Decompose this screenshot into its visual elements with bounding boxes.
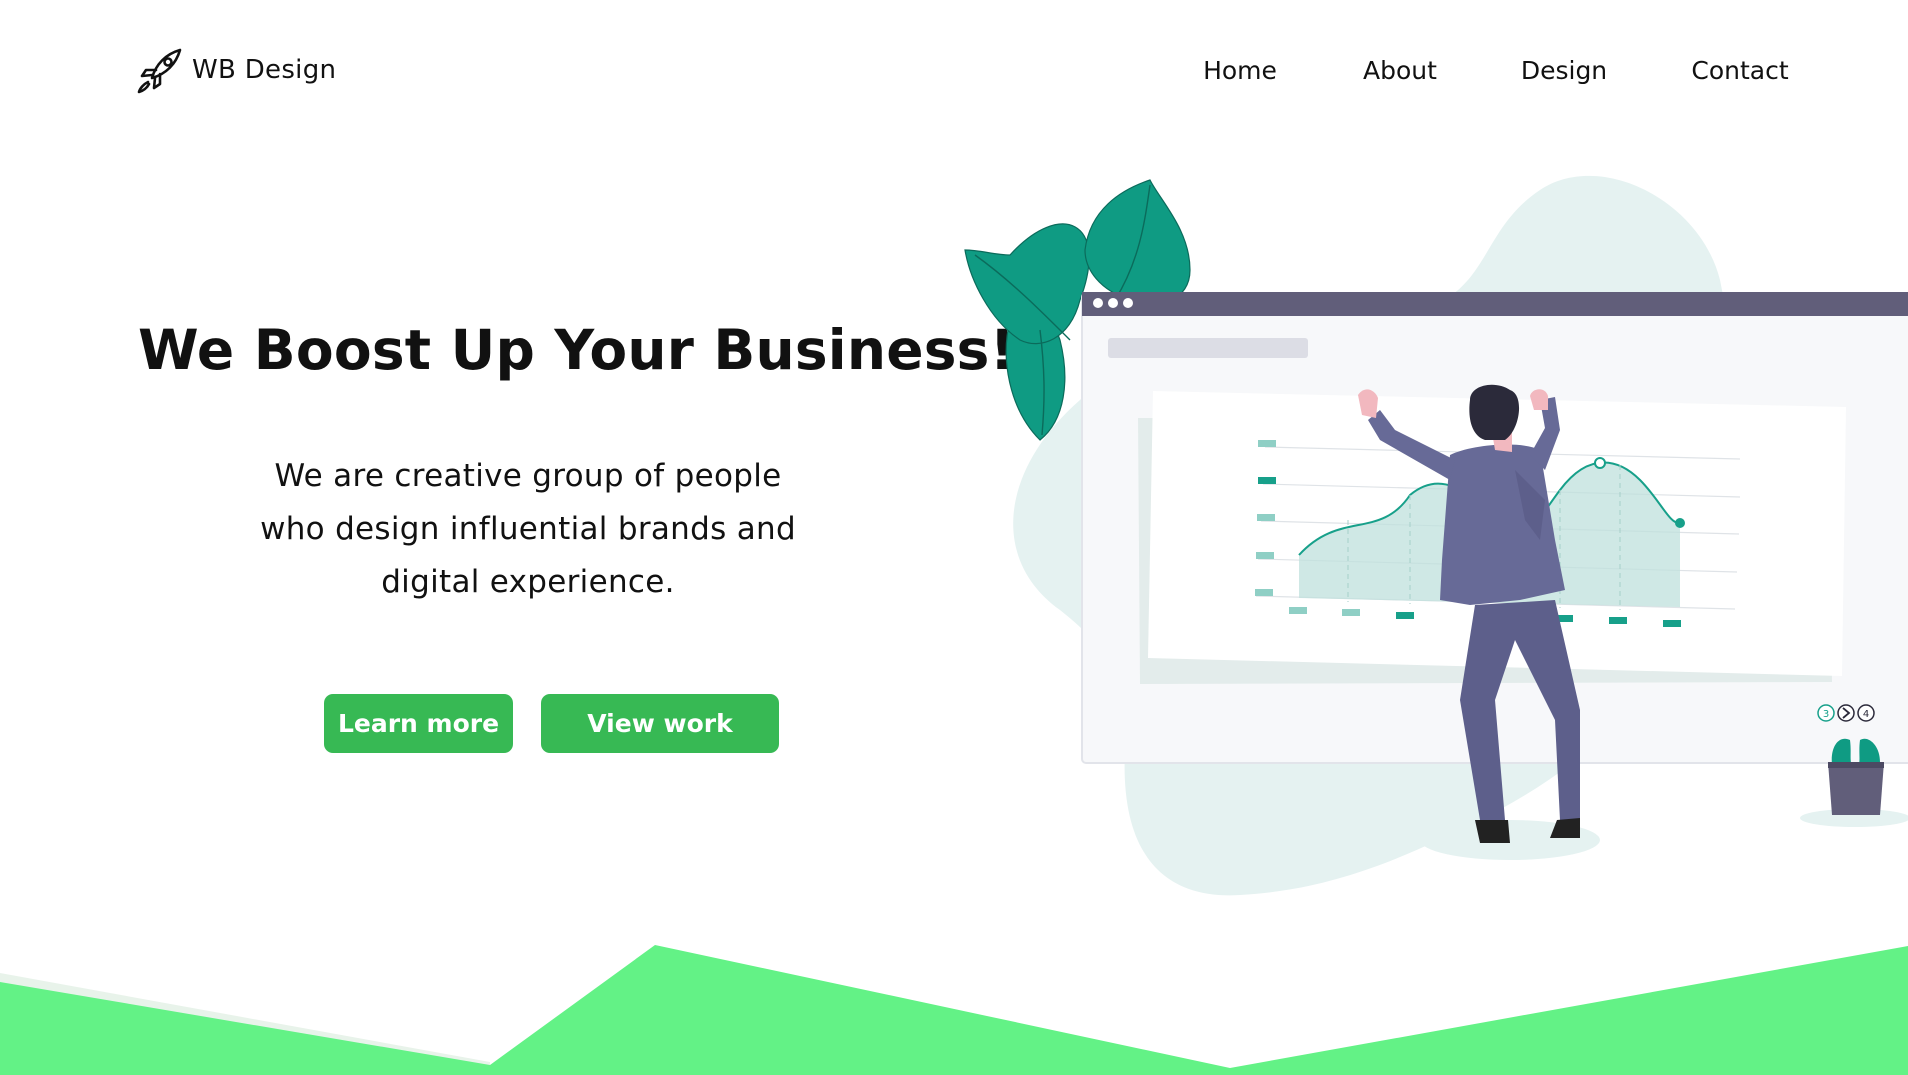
hero-description: We are creative group of people who desi…: [228, 450, 828, 609]
chevron-right-icon: [1837, 704, 1855, 722]
chart-area: [1299, 462, 1680, 607]
nav-link-home[interactable]: Home: [1203, 56, 1277, 85]
learn-more-button[interactable]: Learn more: [324, 694, 513, 753]
browser-titlebar: [1082, 292, 1908, 316]
page-3-label: 3: [1823, 709, 1829, 720]
window-dot: [1123, 298, 1133, 308]
pot-shadow: [1800, 809, 1908, 827]
main-nav: Home About Design Contact: [1150, 56, 1790, 96]
hero-description-line: We are creative group of people: [274, 458, 782, 494]
window-dot: [1093, 298, 1103, 308]
chart-line: [1298, 461, 1681, 556]
view-work-button[interactable]: View work: [541, 694, 779, 753]
chart-x-ticks: [1289, 607, 1681, 627]
background-blob: [1013, 175, 1740, 896]
chart-dashed-lines: [1347, 465, 1621, 610]
brand-logo[interactable]: WB Design: [136, 46, 336, 94]
page-3-button: [1817, 704, 1835, 722]
window-dot: [1108, 298, 1118, 308]
nav-link-contact[interactable]: Contact: [1691, 56, 1788, 85]
chart-point: [1594, 457, 1606, 469]
potted-plant: [1828, 738, 1884, 815]
chart-y-ticks: [1255, 440, 1276, 596]
nav-link-design[interactable]: Design: [1521, 56, 1607, 85]
browser-window: [1081, 292, 1908, 764]
wave-shape: [0, 945, 1908, 1075]
businessman: [1358, 384, 1580, 843]
hero-title: We Boost Up Your Business!: [138, 318, 1015, 382]
chart-card-shadow: [1138, 418, 1832, 684]
nav-link-about[interactable]: About: [1363, 56, 1437, 85]
rocket-icon: [137, 48, 182, 94]
hero-description-line: digital experience.: [381, 564, 675, 600]
brand-name: WB Design: [192, 55, 337, 85]
wave-shadow: [0, 973, 490, 1075]
hero-description-line: who design influential brands and: [260, 511, 796, 547]
chart-card: [1148, 391, 1846, 676]
page-4-button: [1857, 704, 1875, 722]
floor-shadow: [1420, 820, 1600, 860]
chart-point: [1675, 518, 1685, 528]
page-4-label: 4: [1863, 709, 1869, 720]
plant-leaves: [964, 179, 1191, 441]
address-bar: [1108, 338, 1308, 358]
chart-gridlines: [1255, 446, 1741, 610]
